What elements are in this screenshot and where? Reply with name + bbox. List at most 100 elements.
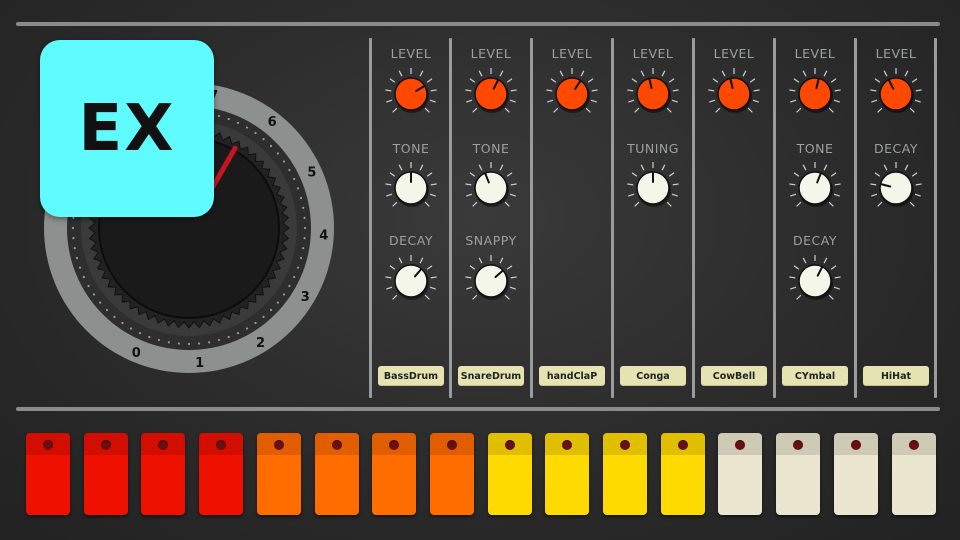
- step-pad-2[interactable]: [83, 433, 128, 515]
- scale-dot: [148, 335, 151, 339]
- step-pad-10[interactable]: [545, 433, 590, 515]
- knob-tick: [469, 172, 476, 177]
- knob-cap[interactable]: [717, 77, 751, 111]
- hi-hat-level-knob[interactable]: [868, 66, 924, 122]
- snare-drum-snappy-knob[interactable]: [463, 253, 519, 309]
- step-pad-11[interactable]: [603, 433, 647, 515]
- knob-tick: [668, 172, 675, 177]
- knob-tick: [640, 164, 645, 171]
- knob-cap[interactable]: [798, 77, 832, 111]
- knob-cap[interactable]: [474, 171, 508, 205]
- knob-cap[interactable]: [555, 77, 589, 111]
- scale-dot: [138, 332, 142, 335]
- knob-tick: [671, 193, 678, 197]
- knob-tick: [430, 183, 437, 186]
- knob-tick: [550, 78, 557, 83]
- cymbal-decay-knob[interactable]: [787, 253, 843, 309]
- step-pad-15[interactable]: [833, 433, 878, 515]
- knob-tick: [874, 172, 881, 177]
- knob-tick: [911, 172, 918, 177]
- knob-tick: [790, 193, 797, 197]
- scale-dot: [167, 341, 170, 344]
- knob-cap[interactable]: [394, 77, 428, 111]
- bottom-rail: [16, 407, 940, 411]
- knob-tick: [509, 193, 516, 197]
- knob-tick: [709, 99, 716, 103]
- snare-drum-tone-knob[interactable]: [463, 160, 519, 216]
- knob-tick: [796, 294, 802, 300]
- knob-tick: [506, 265, 513, 270]
- knob-cap[interactable]: [798, 171, 832, 205]
- scale-dot: [99, 301, 102, 304]
- bass-drum-level-knob[interactable]: [383, 66, 439, 122]
- knob-cap[interactable]: [879, 77, 913, 111]
- knob-cap[interactable]: [879, 171, 913, 205]
- knob-tick: [466, 99, 473, 103]
- knob-tick: [830, 78, 837, 83]
- knob-tick: [478, 70, 483, 77]
- conga-level-knob[interactable]: [625, 66, 681, 122]
- scale-dot: [269, 144, 273, 148]
- knob-tick: [472, 107, 478, 113]
- step-pad-13[interactable]: [718, 433, 763, 515]
- knob-tick: [430, 89, 437, 92]
- knob-tick: [834, 183, 841, 186]
- scale-dot: [303, 237, 306, 240]
- cymbal-tone-knob[interactable]: [787, 160, 843, 216]
- step-pad-3[interactable]: [141, 433, 186, 515]
- scale-dot: [217, 114, 221, 118]
- bass-drum-decay-knob[interactable]: [383, 253, 439, 309]
- knob-tick: [793, 265, 800, 270]
- scale-dot: [299, 196, 303, 200]
- snare-drum-level-knob[interactable]: [463, 66, 519, 122]
- knob-tick: [752, 99, 759, 103]
- knob-tick: [627, 89, 634, 92]
- knob-tick: [802, 164, 807, 171]
- dial-number: 1: [195, 356, 204, 371]
- knob-cap[interactable]: [798, 264, 832, 298]
- knob-tick: [790, 286, 797, 290]
- step-pad-7[interactable]: [372, 433, 417, 515]
- step-pad-16[interactable]: [891, 433, 936, 515]
- knob-cap[interactable]: [474, 77, 508, 111]
- step-pad-5[interactable]: [256, 433, 301, 515]
- knob-tick: [385, 183, 392, 186]
- knob-tick: [509, 286, 516, 290]
- knob-tick: [591, 89, 598, 92]
- step-led: [273, 440, 284, 450]
- knob-cap[interactable]: [394, 264, 428, 298]
- step-pad-1[interactable]: [26, 433, 70, 515]
- snare-drum-level-label: LEVEL: [470, 46, 512, 61]
- step-pad-4[interactable]: [199, 433, 244, 515]
- hi-hat-name-label: HiHat: [863, 366, 929, 386]
- scale-dot: [198, 342, 201, 345]
- bass-drum-tone-knob[interactable]: [383, 160, 439, 216]
- knob-tick: [830, 172, 837, 177]
- step-pad-12[interactable]: [660, 433, 705, 515]
- knob-tick: [546, 89, 553, 92]
- step-pad-8[interactable]: [429, 433, 474, 515]
- scale-dot: [299, 256, 303, 260]
- knob-tick: [465, 276, 472, 279]
- step-pad-14[interactable]: [776, 433, 821, 515]
- knob-tick: [634, 107, 640, 113]
- scale-dot: [72, 237, 75, 240]
- knob-tick: [510, 276, 517, 279]
- step-pad-6[interactable]: [314, 433, 359, 515]
- knob-tick: [465, 183, 472, 186]
- conga-tuning-knob[interactable]: [625, 160, 681, 216]
- cymbal-level-knob[interactable]: [787, 66, 843, 122]
- knob-tick: [466, 193, 473, 197]
- cow-bell-level-knob[interactable]: [706, 66, 762, 122]
- scale-dot: [254, 321, 257, 325]
- knob-tick: [426, 78, 433, 83]
- knob-tick: [828, 107, 834, 113]
- scale-dot: [269, 308, 273, 312]
- knob-cap[interactable]: [474, 264, 508, 298]
- knob-cap[interactable]: [636, 77, 670, 111]
- knob-tick: [429, 193, 436, 197]
- hand-clap-level-knob[interactable]: [544, 66, 600, 122]
- step-pad-9[interactable]: [487, 433, 532, 515]
- hi-hat-decay-knob[interactable]: [868, 160, 924, 216]
- knob-tick: [914, 99, 921, 103]
